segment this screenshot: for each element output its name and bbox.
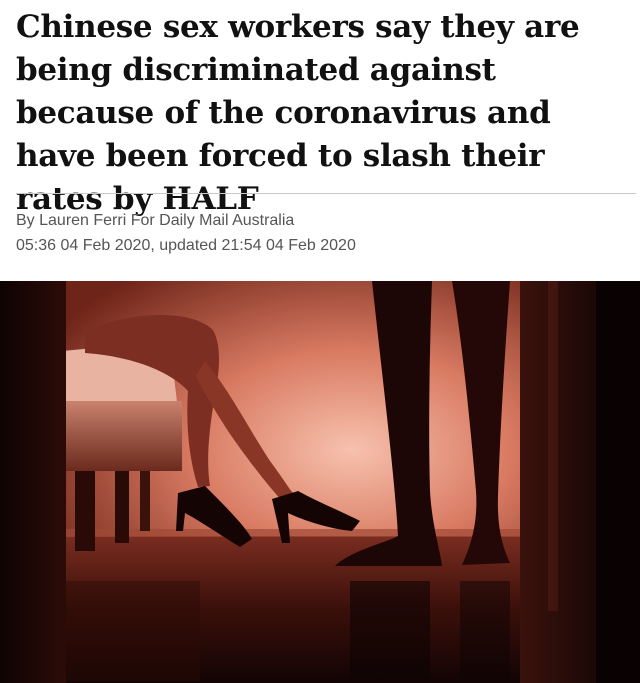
dateline: 05:36 04 Feb 2020, updated 21:54 04 Feb … [16, 237, 356, 254]
article-headline: Chinese sex workers say they are being d… [16, 9, 580, 217]
article-photo [0, 281, 640, 683]
byline: By Lauren Ferri For Daily Mail Australia [16, 212, 295, 229]
divider [16, 193, 636, 194]
